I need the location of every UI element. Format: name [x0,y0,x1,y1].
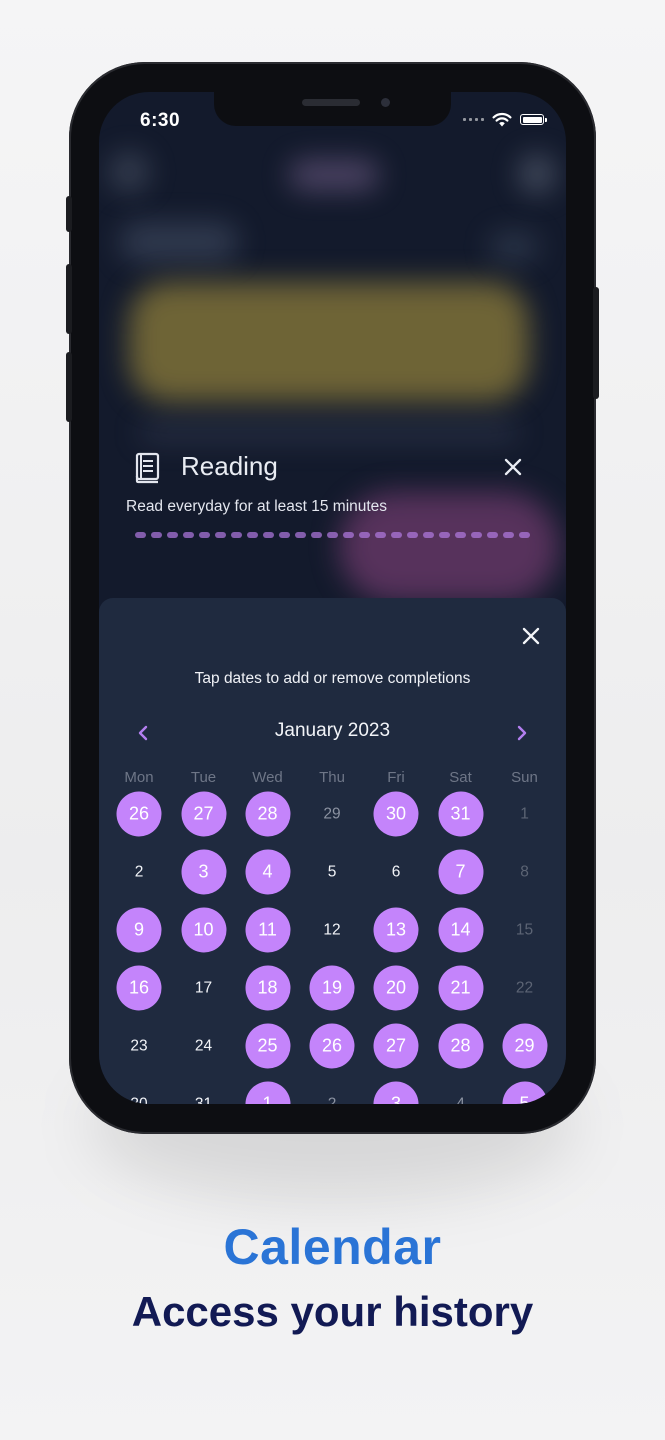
calendar-day[interactable]: 2 [117,850,162,895]
calendar-day[interactable]: 3 [373,1081,419,1104]
book-icon [135,452,160,484]
calendar-day[interactable]: 21 [438,965,483,1011]
calendar-day[interactable]: 17 [181,966,226,1011]
calendar-day[interactable]: 31 [181,1082,226,1104]
calendar-day[interactable]: 20 [373,965,419,1011]
habit-progress-dots [135,532,530,538]
volume-down-button [66,352,72,422]
habit-title: Reading [181,451,278,481]
calendar-day[interactable]: 27 [181,791,226,837]
notch [214,92,451,126]
app-screen: 6:30 Reading Read everyday for at least … [99,92,566,1104]
speaker [302,99,360,106]
calendar-day[interactable]: 18 [245,965,290,1011]
calendar-day[interactable]: 5 [502,1081,547,1104]
calendar-day[interactable]: 13 [373,907,419,953]
calendar-day[interactable]: 12 [310,908,355,953]
marketing-subtitle: Access your history [131,1288,534,1335]
calendar-day[interactable]: 11 [245,907,290,953]
calendar-day[interactable]: 29 [502,1023,547,1069]
status-indicators [463,112,547,127]
calendar-day[interactable]: 30 [117,1082,162,1104]
calendar-day[interactable]: 25 [245,1023,290,1069]
calendar-day[interactable]: 28 [245,791,290,837]
calendar-day[interactable]: 28 [438,1023,483,1069]
mute-switch [66,196,72,232]
calendar-sheet: Tap dates to add or remove completions J… [99,598,566,1104]
calendar-day[interactable]: 7 [438,849,483,895]
status-time: 6:30 [140,110,181,131]
calendar-day[interactable]: 23 [117,1024,162,1069]
marketing-title: Calendar [223,1219,442,1275]
habit-header: Reading Read everyday for at least 15 mi… [99,447,566,527]
calendar-day[interactable]: 15 [502,908,547,953]
phone-frame: 6:30 Reading Read everyday for at least … [66,62,599,1134]
calendar-day[interactable]: 16 [116,965,162,1011]
signal-icon [463,118,484,121]
calendar-day[interactable]: 26 [116,791,162,837]
calendar-day[interactable]: 9 [116,907,162,953]
power-button [593,287,599,399]
calendar-day[interactable]: 3 [181,849,226,895]
calendar-day[interactable]: 27 [373,1023,419,1069]
camera [381,98,390,107]
calendar-grid: 26 27 28 29 30 31 1 2 3 4 5 6 7 8 9 10 11 12 13 14 15 16 17 18 1… [99,598,566,1104]
calendar-day[interactable]: 14 [438,907,483,953]
calendar-day[interactable]: 26 [309,1023,355,1069]
calendar-day[interactable]: 1 [502,792,547,837]
habit-description: Read everyday for at least 15 minutes [126,498,388,515]
calendar-day[interactable]: 4 [438,1082,483,1104]
calendar-day[interactable]: 19 [309,965,355,1011]
close-icon[interactable] [501,455,525,479]
calendar-day[interactable]: 31 [438,791,483,837]
calendar-day[interactable]: 29 [310,792,355,837]
calendar-day[interactable]: 22 [502,966,547,1011]
calendar-day[interactable]: 24 [181,1024,226,1069]
wifi-icon [492,112,512,127]
calendar-day[interactable]: 4 [245,849,290,895]
calendar-day[interactable]: 6 [374,850,419,895]
battery-icon [520,114,547,125]
calendar-day[interactable]: 1 [245,1081,290,1104]
calendar-day[interactable]: 10 [181,907,226,953]
calendar-day[interactable]: 30 [373,791,419,837]
calendar-day[interactable]: 8 [502,850,547,895]
calendar-day[interactable]: 5 [310,850,355,895]
volume-up-button [66,264,72,334]
calendar-day[interactable]: 2 [310,1082,355,1104]
